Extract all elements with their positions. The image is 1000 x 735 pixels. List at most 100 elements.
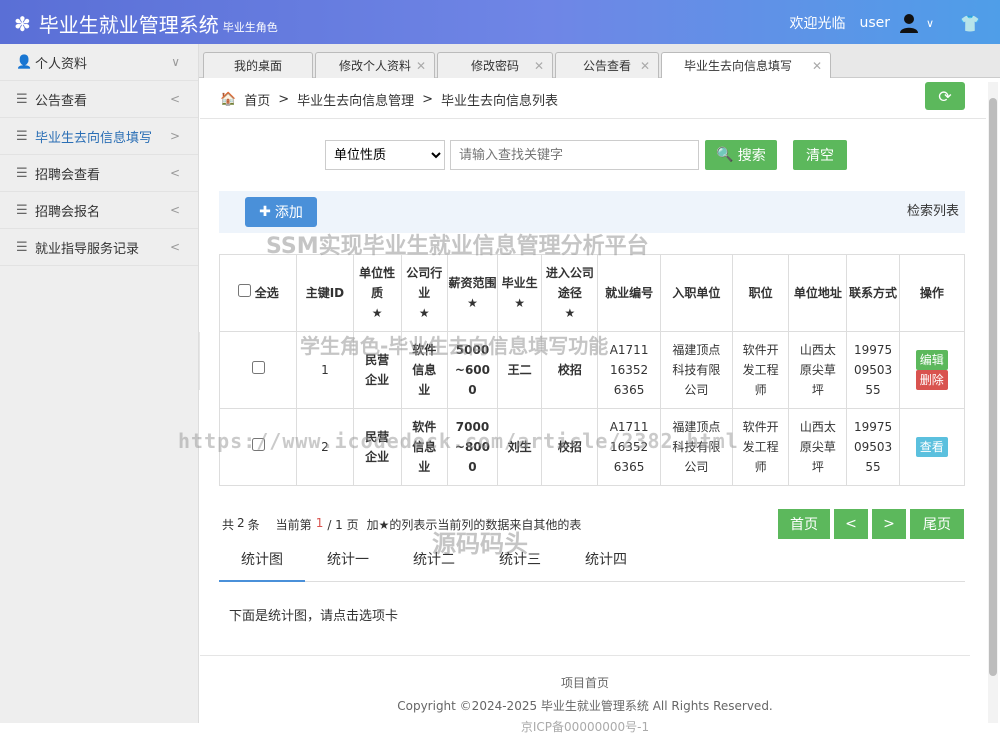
page-scrollbar[interactable] xyxy=(988,82,998,723)
sidebar-item-label: 招聘会报名 xyxy=(35,204,101,220)
list-icon: ☰ xyxy=(16,128,28,144)
search-input[interactable] xyxy=(450,140,699,170)
theme-shirt-icon[interactable]: 👕 xyxy=(960,14,980,33)
scrollbar-thumb[interactable] xyxy=(989,98,997,676)
stats-tab-bar: 统计图 统计一 统计二 统计三 统计四 xyxy=(219,548,965,582)
breadcrumb: 🏠 首页 > 毕业生去向信息管理 > 毕业生去向信息列表 xyxy=(220,90,566,109)
th-label: 毕业生 xyxy=(501,276,538,290)
footer-divider xyxy=(200,655,970,656)
delete-button[interactable]: 删除 xyxy=(915,370,948,390)
app-logo: ✽ 毕业生就业管理系统 毕业生角色 xyxy=(14,9,278,38)
search-field-select[interactable]: 单位性质 xyxy=(325,140,445,170)
sidebar-item-profile[interactable]: 👤 个人资料 ∨ xyxy=(0,44,198,81)
th-label: 单位性质 xyxy=(359,266,396,300)
stats-tab-chart[interactable]: 统计图 xyxy=(219,548,305,582)
close-icon[interactable]: ✕ xyxy=(812,59,822,73)
th-job-no: 就业编号 xyxy=(597,254,661,332)
tab-bar: 我的桌面 修改个人资料 ✕ 修改密码 ✕ 公告查看 ✕ 毕业生去向信息填写 ✕ xyxy=(199,44,1000,78)
sidebar-item-label: 公告查看 xyxy=(35,93,88,109)
list-title: 检索列表 xyxy=(906,204,959,219)
username[interactable]: user xyxy=(859,15,890,31)
app-title: 毕业生就业管理系统 xyxy=(38,13,219,37)
divider xyxy=(200,118,986,119)
star-icon: ★ xyxy=(418,306,430,320)
view-button[interactable]: 查看 xyxy=(915,437,948,457)
chevron-left-icon: < xyxy=(169,92,180,106)
search-button[interactable]: 🔍 搜索 xyxy=(705,140,777,170)
sidebar-item-graduate-destination[interactable]: ☰ 毕业生去向信息填写 > xyxy=(0,118,198,155)
current-prefix: 当前第 xyxy=(275,518,312,532)
edit-button[interactable]: 编辑 xyxy=(915,350,948,370)
plus-icon: ✚ xyxy=(259,204,271,220)
th-unit-type: 单位性质 ★ xyxy=(352,254,402,332)
breadcrumb-separator: > xyxy=(278,92,290,107)
chevron-right-icon: > xyxy=(169,129,180,143)
watermark-url: https://www.icodedock.com/article/2382.h… xyxy=(178,429,739,453)
th-channel: 进入公司途径 ★ xyxy=(541,254,599,332)
total-suffix: 条 xyxy=(247,518,260,532)
tab-edit-profile[interactable]: 修改个人资料 ✕ xyxy=(315,52,435,78)
avatar-icon[interactable] xyxy=(898,12,920,34)
stats-tab-1[interactable]: 统计一 xyxy=(305,548,391,581)
search-button-label: 搜索 xyxy=(737,148,766,164)
select-all-label: 全选 xyxy=(254,286,279,300)
th-salary: 薪资范围 ★ xyxy=(446,254,499,332)
breadcrumb-home[interactable]: 首页 xyxy=(244,90,270,109)
sidebar-item-job-fair-signup[interactable]: ☰ 招聘会报名 < xyxy=(0,192,198,229)
chevron-left-icon: < xyxy=(169,166,180,180)
list-icon: ☰ xyxy=(16,165,28,181)
close-icon[interactable]: ✕ xyxy=(416,59,426,73)
sidebar-item-label: 就业指导服务记录 xyxy=(35,241,140,257)
close-icon[interactable]: ✕ xyxy=(640,59,650,73)
list-toolbar: ✚ 添加 检索列表 xyxy=(219,191,965,233)
pagination: 首页 < > 尾页 xyxy=(774,509,964,539)
footer-home-link[interactable]: 项目首页 xyxy=(200,674,970,691)
tab-label: 公告查看 xyxy=(582,59,631,73)
next-page-button[interactable]: > xyxy=(872,509,906,539)
sidebar-item-label: 毕业生去向信息填写 xyxy=(35,130,153,146)
close-icon[interactable]: ✕ xyxy=(534,59,544,73)
chevron-down-icon: ∨ xyxy=(171,55,180,69)
sidebar-item-guidance-records[interactable]: ☰ 就业指导服务记录 < xyxy=(0,229,198,266)
watermark-title: SSM实现毕业生就业信息管理分析平台 xyxy=(266,234,649,259)
tab-notices[interactable]: 公告查看 ✕ xyxy=(555,52,659,78)
gear-logo-icon: ✽ xyxy=(14,11,31,36)
stats-tab-4[interactable]: 统计四 xyxy=(563,548,649,581)
sidebar-item-notices[interactable]: ☰ 公告查看 < xyxy=(0,81,198,118)
cell-actions: 查看 xyxy=(898,408,966,486)
clear-button[interactable]: 清空 xyxy=(793,140,847,170)
total-prefix: 共 xyxy=(222,518,235,532)
row-checkbox[interactable] xyxy=(251,361,265,374)
footer-icp[interactable]: 京ICP备00000000号-1 xyxy=(200,718,970,735)
last-page-button[interactable]: 尾页 xyxy=(910,509,964,539)
th-graduate: 毕业生 ★ xyxy=(497,254,543,332)
user-icon: 👤 xyxy=(16,54,33,70)
refresh-icon: ⟳ xyxy=(938,86,952,106)
welcome-text: 欢迎光临 xyxy=(789,16,846,32)
stats-tab-3[interactable]: 统计三 xyxy=(477,548,563,581)
first-page-button[interactable]: 首页 xyxy=(778,509,830,539)
cell-employer: 福建顶点科技有限公司 xyxy=(659,331,733,409)
tab-graduate-destination[interactable]: 毕业生去向信息填写 ✕ xyxy=(661,52,831,78)
tab-change-password[interactable]: 修改密码 ✕ xyxy=(437,52,553,78)
cell-address: 山西太原尖草坪 xyxy=(788,331,848,409)
sidebar-item-label: 个人资料 xyxy=(35,56,88,72)
total-count: 2 xyxy=(237,516,245,530)
main-content: 🏠 首页 > 毕业生去向信息管理 > 毕业生去向信息列表 ⟳ 单位性质 🔍 搜索… xyxy=(178,78,986,734)
tab-desktop[interactable]: 我的桌面 xyxy=(203,52,313,78)
stats-tab-2[interactable]: 统计二 xyxy=(391,548,477,581)
refresh-button[interactable]: ⟳ xyxy=(925,82,965,110)
star-icon: ★ xyxy=(564,306,576,320)
add-button[interactable]: ✚ 添加 xyxy=(245,197,317,227)
pager-info: 共 2 条 当前第 1 / 1 页 加★的列表示当前列的数据来自其他的表 xyxy=(222,516,581,533)
select-all-checkbox[interactable] xyxy=(237,284,251,297)
tab-label: 毕业生去向信息填写 xyxy=(683,59,792,73)
chevron-down-icon[interactable]: ∨ xyxy=(926,17,934,30)
sidebar-item-job-fairs[interactable]: ☰ 招聘会查看 < xyxy=(0,155,198,192)
cell-contact: 199750950355 xyxy=(846,408,900,486)
th-select-all: 全选 xyxy=(218,254,298,332)
star-icon: ★ xyxy=(371,306,383,320)
prev-page-button[interactable]: < xyxy=(834,509,868,539)
breadcrumb-level1[interactable]: 毕业生去向信息管理 xyxy=(297,90,414,109)
clear-button-label: 清空 xyxy=(806,148,834,164)
